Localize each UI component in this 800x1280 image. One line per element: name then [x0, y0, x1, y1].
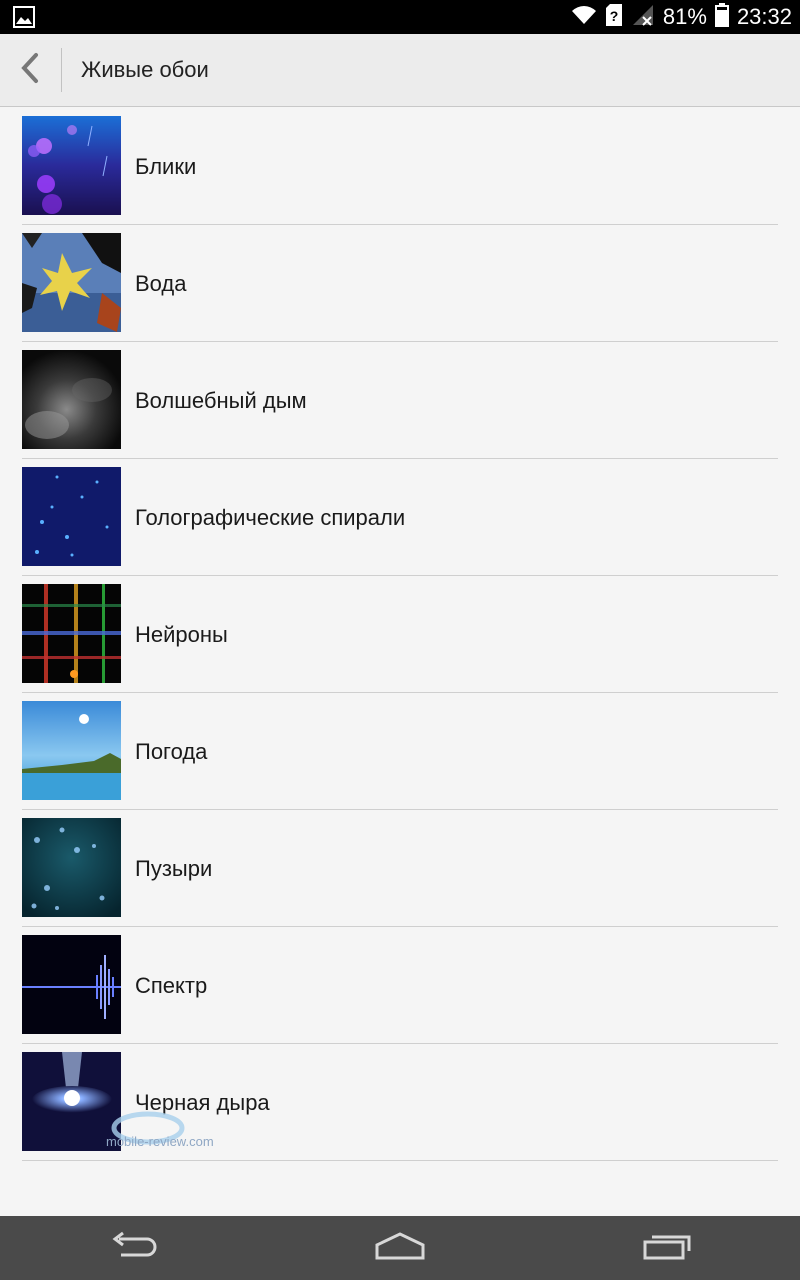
- svg-text:?: ?: [610, 8, 619, 24]
- item-label: Пузыри: [135, 856, 213, 881]
- watermark-logo: [108, 1108, 238, 1158]
- wallpaper-list: Блики Вода Волшебный дым Голографические…: [0, 108, 800, 1161]
- chevron-left-icon: [19, 52, 41, 89]
- item-label: Вода: [135, 271, 187, 296]
- home-icon: [374, 1231, 426, 1266]
- recent-apps-icon: [642, 1231, 692, 1266]
- thumbnail-holo: [22, 467, 121, 566]
- list-item-smoke[interactable]: Волшебный дым: [0, 342, 800, 459]
- nav-recent-apps-button[interactable]: [627, 1216, 707, 1280]
- list-item-weather[interactable]: Погода: [0, 693, 800, 810]
- image-notification-icon: [13, 6, 35, 33]
- wifi-icon: [571, 4, 597, 31]
- item-label: Голографические спирали: [135, 505, 406, 530]
- item-label: Блики: [135, 154, 197, 179]
- navigation-bar: [0, 1216, 800, 1280]
- battery-icon: [714, 2, 729, 32]
- action-bar: Живые обои: [0, 34, 800, 107]
- list-item-spectrum[interactable]: Спектр: [0, 927, 800, 1044]
- list-item-neurons[interactable]: Нейроны: [0, 576, 800, 693]
- battery-percent: 81%: [662, 4, 707, 29]
- thumbnail-voda: [22, 233, 121, 332]
- thumbnail-bubbles: [22, 818, 121, 917]
- list-item-bliki[interactable]: Блики: [0, 108, 800, 225]
- action-bar-divider: [61, 48, 62, 92]
- item-label: Нейроны: [135, 622, 228, 647]
- thumbnail-spectrum: [22, 935, 121, 1034]
- status-bar: ? 81% 23:32: [0, 0, 800, 34]
- page-title: Живые обои: [81, 57, 209, 82]
- list-item-voda[interactable]: Вода: [0, 225, 800, 342]
- thumbnail-weather: [22, 701, 121, 800]
- sim-unknown-icon: ?: [605, 3, 623, 32]
- thumbnail-neurons: [22, 584, 121, 683]
- item-label: Спектр: [135, 973, 208, 998]
- signal-no-service-icon: [631, 3, 655, 32]
- item-label: Погода: [135, 739, 208, 764]
- divider: [22, 1160, 778, 1161]
- nav-home-button[interactable]: [360, 1216, 440, 1280]
- thumbnail-bliki: [22, 116, 121, 215]
- back-button[interactable]: [0, 34, 60, 106]
- clock: 23:32: [736, 4, 792, 29]
- thumbnail-smoke: [22, 350, 121, 449]
- back-icon: [109, 1231, 157, 1266]
- watermark-text: mobile-review.com: [106, 1134, 214, 1149]
- list-item-bubbles[interactable]: Пузыри: [0, 810, 800, 927]
- list-item-holo[interactable]: Голографические спирали: [0, 459, 800, 576]
- item-label: Волшебный дым: [135, 388, 307, 413]
- nav-back-button[interactable]: [93, 1216, 173, 1280]
